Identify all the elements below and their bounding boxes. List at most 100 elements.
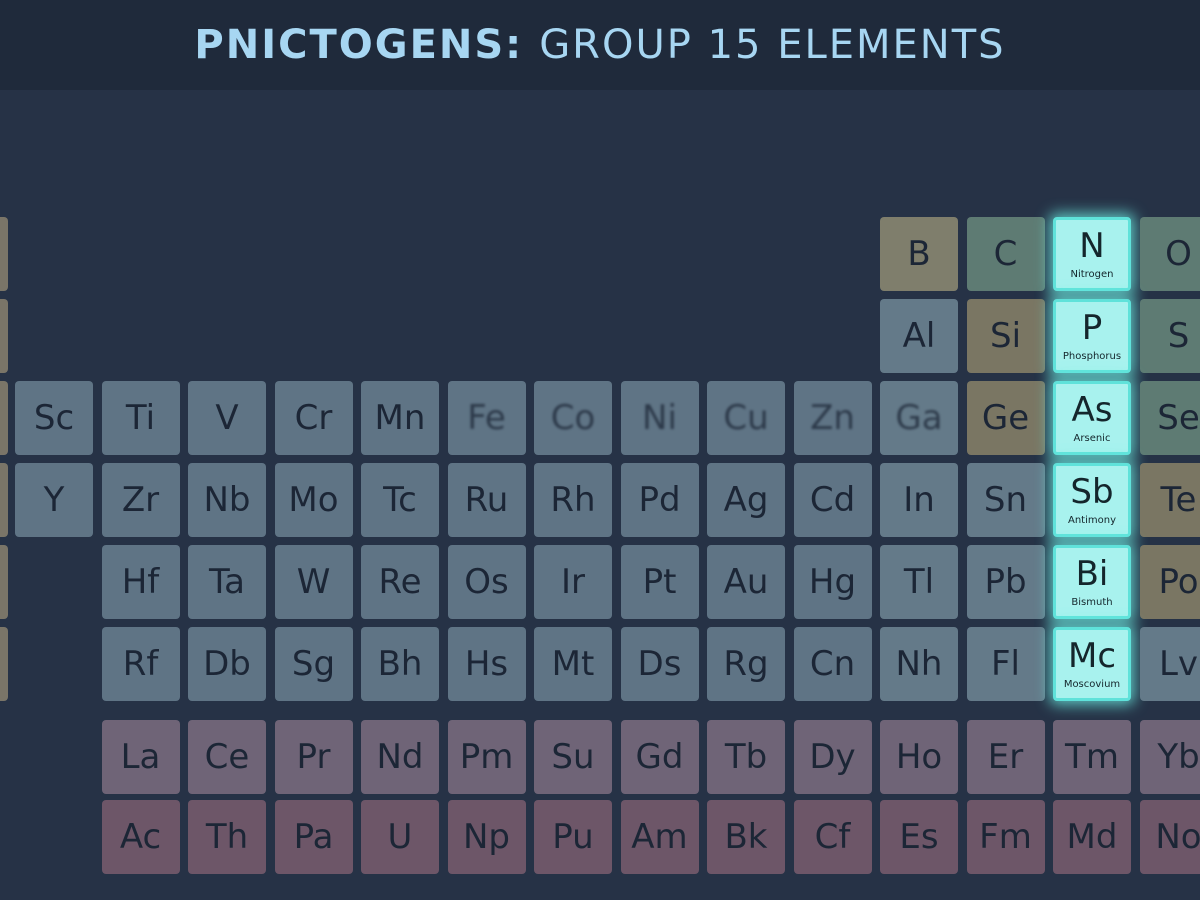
element-symbol: Ge bbox=[981, 398, 1030, 438]
element-tile-co[interactable]: Co bbox=[534, 381, 612, 455]
element-tile-pb[interactable]: Pb bbox=[966, 545, 1045, 619]
element-tile-ag[interactable]: Ag bbox=[707, 463, 785, 537]
element-tile-y[interactable]: Y bbox=[15, 463, 93, 537]
element-tile-pm[interactable]: Pm bbox=[447, 720, 526, 794]
element-tile-bk[interactable]: Bk bbox=[707, 800, 785, 874]
element-tile-md[interactable]: Md bbox=[1053, 800, 1131, 874]
element-tile-w[interactable]: W bbox=[274, 545, 353, 619]
element-tile-rf[interactable]: Rf bbox=[101, 627, 180, 701]
element-tile-rg[interactable]: Rg bbox=[707, 627, 785, 701]
element-tile-pa[interactable]: Pa bbox=[274, 800, 353, 874]
element-symbol: Al bbox=[902, 316, 936, 356]
element-tile-nb[interactable]: Nb bbox=[188, 463, 266, 537]
element-symbol: Fl bbox=[990, 644, 1020, 684]
element-tile-nd[interactable]: Nd bbox=[361, 720, 439, 794]
element-tile-al[interactable]: Al bbox=[880, 299, 958, 373]
element-tile-tl[interactable]: Tl bbox=[880, 545, 958, 619]
element-tile-fm[interactable]: Fm bbox=[966, 800, 1045, 874]
element-name: Bismuth bbox=[1071, 596, 1113, 608]
element-tile-sn[interactable]: Sn bbox=[966, 463, 1045, 537]
element-tile-sc[interactable]: Sc bbox=[15, 381, 93, 455]
element-symbol: Os bbox=[464, 562, 509, 602]
element-tile-se[interactable]: Se bbox=[1139, 381, 1200, 455]
element-tile-mc[interactable]: Mc Moscovium bbox=[1053, 627, 1131, 701]
element-tile-ir[interactable]: Ir bbox=[534, 545, 612, 619]
element-tile-es[interactable]: Es bbox=[880, 800, 958, 874]
element-tile-fl[interactable]: Fl bbox=[966, 627, 1045, 701]
element-symbol: Tl bbox=[903, 562, 935, 602]
element-tile-os[interactable]: Os bbox=[447, 545, 526, 619]
element-tile-zn[interactable]: Zn bbox=[793, 381, 872, 455]
element-tile-ac[interactable]: Ac bbox=[101, 800, 180, 874]
element-tile-db[interactable]: Db bbox=[188, 627, 266, 701]
element-tile-tm[interactable]: Tm bbox=[1053, 720, 1131, 794]
element-tile-hs[interactable]: Hs bbox=[447, 627, 526, 701]
element-tile-p[interactable]: P Phosphorus bbox=[1053, 299, 1131, 373]
element-tile-v[interactable]: V bbox=[188, 381, 266, 455]
element-tile-ge[interactable]: Ge bbox=[966, 381, 1045, 455]
element-tile-ti[interactable]: Ti bbox=[101, 381, 180, 455]
element-tile-ho[interactable]: Ho bbox=[880, 720, 958, 794]
element-tile-u[interactable]: U bbox=[361, 800, 439, 874]
element-tile-bh[interactable]: Bh bbox=[361, 627, 439, 701]
element-tile-no[interactable]: No bbox=[1139, 800, 1200, 874]
element-tile-c[interactable]: C bbox=[966, 217, 1045, 291]
element-tile-mt[interactable]: Mt bbox=[534, 627, 612, 701]
element-tile-pt[interactable]: Pt bbox=[620, 545, 699, 619]
element-tile-gd[interactable]: Gd bbox=[620, 720, 699, 794]
element-tile-te[interactable]: Te bbox=[1139, 463, 1200, 537]
edge-tile bbox=[0, 545, 8, 619]
element-tile-au[interactable]: Au bbox=[707, 545, 785, 619]
element-tile-cn[interactable]: Cn bbox=[793, 627, 872, 701]
element-tile-lv[interactable]: Lv bbox=[1139, 627, 1200, 701]
element-tile-mn[interactable]: Mn bbox=[361, 381, 439, 455]
element-tile-ni[interactable]: Ni bbox=[620, 381, 699, 455]
element-tile-pu[interactable]: Pu bbox=[534, 800, 612, 874]
element-tile-su[interactable]: Su bbox=[534, 720, 612, 794]
element-tile-cr[interactable]: Cr bbox=[274, 381, 353, 455]
element-tile-la[interactable]: La bbox=[101, 720, 180, 794]
element-tile-bi[interactable]: Bi Bismuth bbox=[1053, 545, 1131, 619]
element-tile-rh[interactable]: Rh bbox=[534, 463, 612, 537]
element-name: Antimony bbox=[1068, 514, 1116, 526]
element-tile-nh[interactable]: Nh bbox=[880, 627, 958, 701]
element-tile-in[interactable]: In bbox=[880, 463, 958, 537]
element-tile-er[interactable]: Er bbox=[966, 720, 1045, 794]
element-tile-ru[interactable]: Ru bbox=[447, 463, 526, 537]
element-tile-cd[interactable]: Cd bbox=[793, 463, 872, 537]
element-tile-cf[interactable]: Cf bbox=[793, 800, 872, 874]
element-tile-si[interactable]: Si bbox=[966, 299, 1045, 373]
element-tile-n[interactable]: N Nitrogen bbox=[1053, 217, 1131, 291]
element-tile-cu[interactable]: Cu bbox=[707, 381, 785, 455]
element-tile-zr[interactable]: Zr bbox=[101, 463, 180, 537]
element-tile-hg[interactable]: Hg bbox=[793, 545, 872, 619]
element-tile-re[interactable]: Re bbox=[361, 545, 439, 619]
element-tile-po[interactable]: Po bbox=[1139, 545, 1200, 619]
element-symbol: Tc bbox=[383, 480, 417, 520]
element-tile-sg[interactable]: Sg bbox=[274, 627, 353, 701]
element-tile-ds[interactable]: Ds bbox=[620, 627, 699, 701]
element-tile-th[interactable]: Th bbox=[188, 800, 266, 874]
element-tile-sb[interactable]: Sb Antimony bbox=[1053, 463, 1131, 537]
element-symbol: La bbox=[120, 737, 161, 777]
element-tile-hf[interactable]: Hf bbox=[101, 545, 180, 619]
element-tile-s[interactable]: S bbox=[1139, 299, 1200, 373]
element-tile-fe[interactable]: Fe bbox=[447, 381, 526, 455]
element-tile-tc[interactable]: Tc bbox=[361, 463, 439, 537]
element-symbol: Ac bbox=[119, 817, 162, 857]
element-tile-ga[interactable]: Ga bbox=[880, 381, 958, 455]
element-tile-pd[interactable]: Pd bbox=[620, 463, 699, 537]
element-tile-pr[interactable]: Pr bbox=[274, 720, 353, 794]
element-tile-tb[interactable]: Tb bbox=[707, 720, 785, 794]
element-tile-dy[interactable]: Dy bbox=[793, 720, 872, 794]
element-tile-mo[interactable]: Mo bbox=[274, 463, 353, 537]
element-tile-b[interactable]: B bbox=[880, 217, 958, 291]
element-tile-ta[interactable]: Ta bbox=[188, 545, 266, 619]
element-tile-am[interactable]: Am bbox=[620, 800, 699, 874]
element-tile-yb[interactable]: Yb bbox=[1139, 720, 1200, 794]
element-tile-np[interactable]: Np bbox=[447, 800, 526, 874]
element-tile-o[interactable]: O bbox=[1139, 217, 1200, 291]
element-symbol: Lv bbox=[1158, 644, 1199, 684]
element-tile-ce[interactable]: Ce bbox=[188, 720, 266, 794]
element-tile-as[interactable]: As Arsenic bbox=[1053, 381, 1131, 455]
